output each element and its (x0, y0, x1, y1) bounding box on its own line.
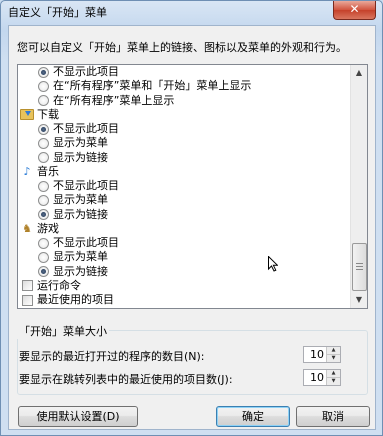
category-header: ♞ 游戏 (20, 222, 59, 236)
option-radio-row[interactable]: 在“所有程序”菜单上显示 (38, 94, 174, 108)
jump-list-label: 要显示在跳转列表中的最近使用的项目数(J): (19, 373, 233, 386)
option-label: 显示为菜单 (53, 250, 108, 264)
option-label: 不显示此项目 (53, 236, 119, 249)
radio-button[interactable] (38, 266, 49, 277)
spin-down-arrow-icon[interactable]: ▼ (327, 378, 340, 385)
option-label: 音乐 (37, 164, 59, 178)
option-radio-row[interactable]: 显示为链接 (38, 208, 108, 222)
list-scrollbar[interactable]: ▲ ▼ (350, 65, 367, 308)
spinner-buttons: ▲ ▼ (326, 347, 340, 362)
option-label: 不显示此项目 (53, 65, 119, 78)
recent-programs-value[interactable]: 10 (310, 348, 324, 361)
grip-line (356, 266, 363, 267)
cancel-button[interactable]: 取消 (296, 406, 370, 427)
option-radio-row[interactable]: 显示为菜单 (38, 250, 108, 264)
radio-button[interactable] (38, 80, 49, 92)
mouse-pointer-icon (268, 256, 278, 272)
title-bar: 自定义「开始」菜单 ✕ (1, 1, 382, 23)
scroll-up-arrow-icon[interactable]: ▲ (351, 65, 367, 81)
option-label: 最近使用的项目 (37, 293, 114, 306)
dialog-body: 您可以自定义「开始」菜单上的链接、图标以及菜单的外观和行为。 不显示此项目 在“所… (8, 25, 376, 430)
radio-button[interactable] (38, 194, 49, 206)
category-header: 下载 (20, 108, 59, 122)
option-label: 在“所有程序”菜单和「开始」菜单上显示 (53, 79, 252, 93)
option-label: 不显示此项目 (53, 122, 119, 135)
option-radio-row[interactable]: 不显示此项目 (38, 236, 119, 250)
downloads-folder-icon (20, 108, 34, 122)
spin-down-arrow-icon[interactable]: ▼ (327, 355, 340, 362)
checkbox[interactable] (22, 294, 33, 306)
ok-button[interactable]: 确定 (216, 406, 290, 427)
option-checkbox-row[interactable]: 运行命令 (22, 279, 81, 293)
radio-button[interactable] (38, 251, 49, 263)
menu-size-legend: 「开始」菜单大小 (17, 323, 109, 339)
option-label: 显示为链接 (53, 264, 108, 278)
recent-programs-label: 要显示的最近打开过的程序的数目(N): (19, 350, 205, 363)
option-checkbox-row[interactable]: 最近使用的项目 (22, 293, 114, 307)
spinner-buttons: ▲ ▼ (326, 370, 340, 385)
option-label: 显示为菜单 (53, 193, 108, 207)
radio-button[interactable] (38, 209, 49, 220)
option-radio-row[interactable]: 显示为链接 (38, 151, 108, 165)
radio-button[interactable] (38, 237, 49, 249)
recent-programs-spinner[interactable]: 10 ▲ ▼ (303, 346, 341, 363)
category-header: ♪ 音乐 (20, 165, 59, 179)
radio-button[interactable] (38, 180, 49, 192)
games-icon: ♞ (22, 221, 32, 235)
option-label: 在“所有程序”菜单上显示 (53, 93, 175, 107)
jump-list-value[interactable]: 10 (310, 371, 324, 384)
option-label: 运行命令 (37, 278, 81, 292)
scroll-thumb[interactable] (352, 243, 367, 291)
radio-button[interactable] (38, 152, 49, 163)
spin-up-arrow-icon[interactable]: ▲ (327, 370, 340, 378)
radio-button[interactable] (38, 66, 49, 78)
option-label: 游戏 (37, 221, 59, 235)
option-label: 下载 (37, 107, 59, 121)
customize-start-menu-dialog: 自定义「开始」菜单 ✕ 您可以自定义「开始」菜单上的链接、图标以及菜单的外观和行… (0, 0, 383, 436)
option-radio-row[interactable]: 显示为菜单 (38, 136, 108, 150)
radio-button[interactable] (38, 95, 49, 106)
option-label: 显示为菜单 (53, 136, 108, 150)
grip-line (356, 263, 363, 264)
option-label: 显示为链接 (53, 207, 108, 221)
radio-button[interactable] (38, 137, 49, 149)
jump-list-spinner[interactable]: 10 ▲ ▼ (303, 369, 341, 386)
spin-up-arrow-icon[interactable]: ▲ (327, 347, 340, 355)
radio-button[interactable] (38, 123, 49, 135)
music-note-icon: ♪ (23, 164, 31, 178)
option-label: 显示为链接 (53, 150, 108, 164)
option-radio-row[interactable]: 在“所有程序”菜单和「开始」菜单上显示 (38, 79, 251, 93)
option-radio-row[interactable]: 不显示此项目 (38, 65, 119, 79)
use-defaults-button[interactable]: 使用默认设置(D) (18, 406, 138, 427)
intro-text: 您可以自定义「开始」菜单上的链接、图标以及菜单的外观和行为。 (17, 41, 347, 54)
option-radio-row[interactable]: 显示为链接 (38, 265, 108, 279)
option-radio-row[interactable]: 不显示此项目 (38, 179, 119, 193)
option-radio-row[interactable]: 显示为菜单 (38, 193, 108, 207)
start-menu-options-list[interactable]: 不显示此项目 在“所有程序”菜单和「开始」菜单上显示 在“所有程序”菜单上显示 下载不… (17, 64, 368, 309)
close-button[interactable]: ✕ (333, 1, 376, 20)
checkbox[interactable] (22, 280, 33, 292)
grip-line (356, 269, 363, 270)
option-label: 不显示此项目 (53, 179, 119, 192)
option-radio-row[interactable]: 不显示此项目 (38, 122, 119, 136)
window-title: 自定义「开始」菜单 (8, 6, 107, 19)
scroll-down-arrow-icon[interactable]: ▼ (351, 292, 367, 308)
